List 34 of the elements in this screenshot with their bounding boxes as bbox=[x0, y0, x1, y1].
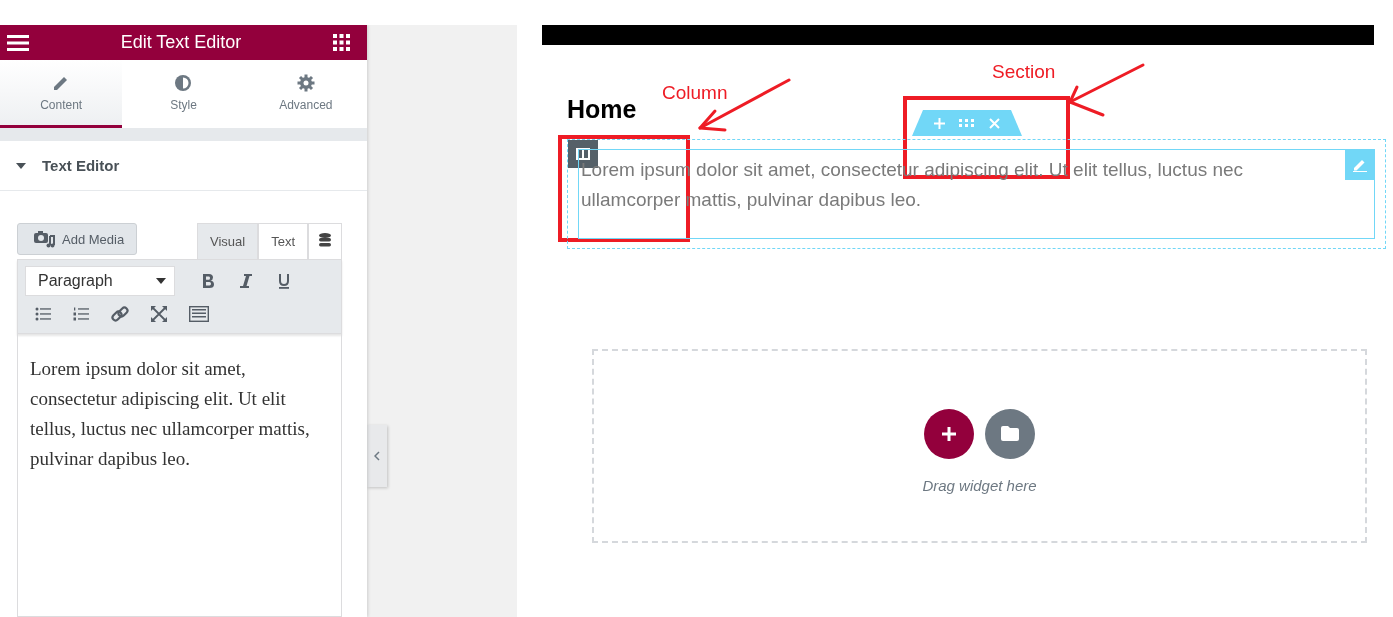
annotation-label: Column bbox=[662, 82, 728, 104]
add-media-button[interactable]: Add Media bbox=[17, 223, 138, 255]
pencil-icon bbox=[1353, 158, 1367, 172]
panel-tab[interactable]: Content bbox=[0, 60, 123, 128]
database-icon bbox=[319, 233, 331, 247]
database-button[interactable] bbox=[308, 223, 342, 259]
plus-icon bbox=[941, 425, 957, 442]
template-button[interactable] bbox=[985, 408, 1035, 459]
chevron-left-icon bbox=[374, 451, 380, 461]
bold-icon[interactable] bbox=[201, 273, 215, 289]
contrast-icon bbox=[174, 73, 193, 92]
drop-hint: Drag widget here bbox=[922, 476, 1037, 494]
format-select[interactable]: Paragraph bbox=[25, 266, 175, 296]
media-icon bbox=[34, 230, 56, 248]
editor-mode-tab[interactable]: Text bbox=[258, 223, 308, 259]
bullet-list-icon[interactable] bbox=[35, 307, 51, 321]
page-heading: Home bbox=[567, 95, 637, 125]
add-section-button[interactable] bbox=[924, 408, 974, 459]
italic-icon[interactable] bbox=[239, 273, 253, 289]
dropdown-caret-icon bbox=[156, 278, 166, 284]
link-icon[interactable] bbox=[111, 305, 129, 323]
numbered-list-icon[interactable] bbox=[73, 307, 89, 321]
grid-icon[interactable] bbox=[333, 34, 350, 51]
editor-text-area[interactable]: Lorem ipsum dolor sit amet, consectetur adipiscing elit. Ut elit tellus, luctus nec ullamcorper mattis, pulvinar dapibus leo. bbox=[17, 334, 342, 617]
columns-icon bbox=[576, 148, 590, 160]
folder-icon bbox=[1001, 426, 1019, 441]
panel-title: Edit Text Editor bbox=[120, 32, 242, 53]
caret-icon bbox=[16, 162, 26, 169]
menu-icon[interactable] bbox=[7, 34, 29, 51]
fullscreen-icon[interactable] bbox=[151, 306, 167, 322]
annotation-label: Section bbox=[992, 61, 1056, 83]
editor-mode-tab[interactable]: Visual bbox=[196, 223, 259, 259]
keyboard-icon[interactable] bbox=[189, 306, 209, 322]
underline-icon[interactable] bbox=[277, 273, 291, 289]
